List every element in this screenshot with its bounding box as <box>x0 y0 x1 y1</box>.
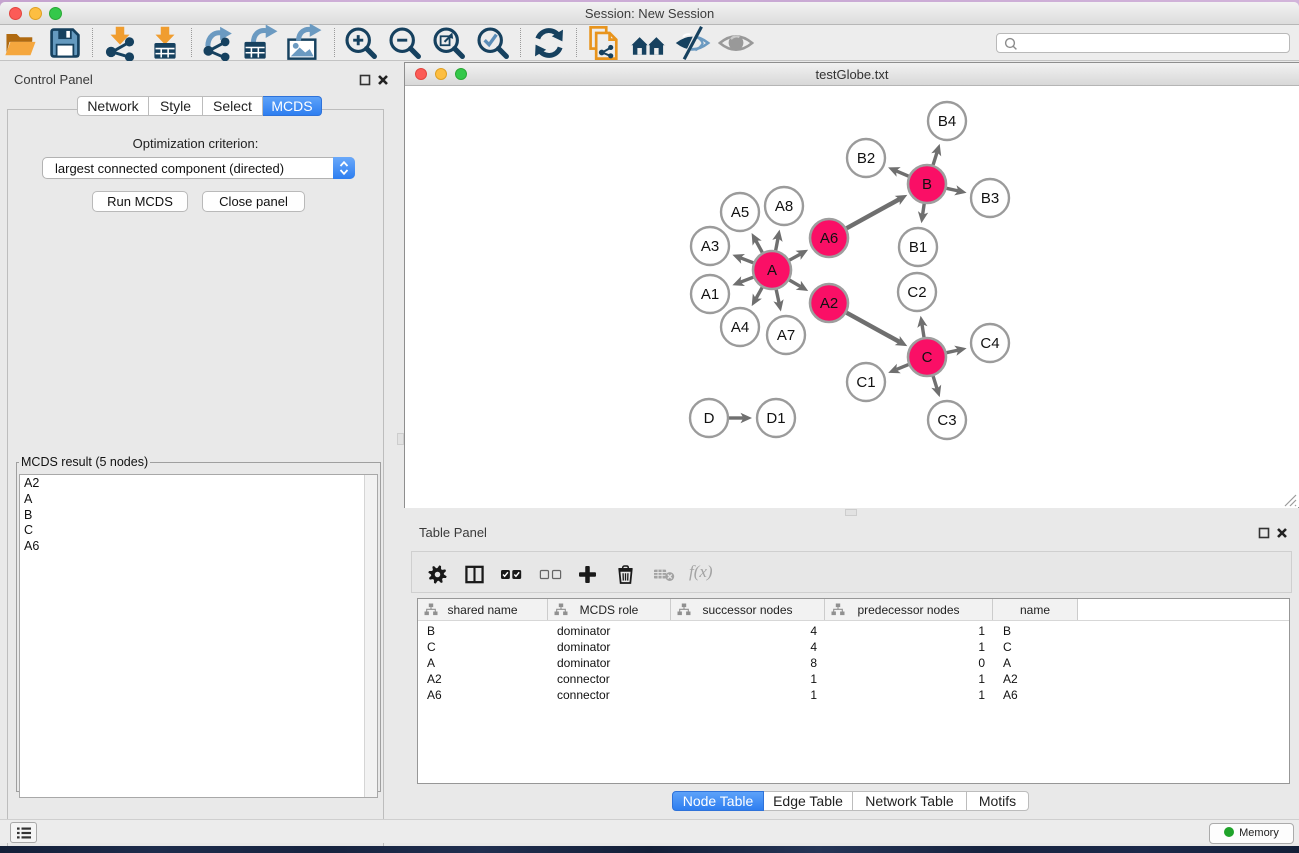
svg-text:C: C <box>922 349 933 366</box>
svg-text:A5: A5 <box>731 204 749 221</box>
svg-text:A: A <box>767 262 777 279</box>
svg-text:B: B <box>922 176 932 193</box>
svg-text:B3: B3 <box>981 190 999 207</box>
svg-text:C3: C3 <box>937 412 956 429</box>
svg-text:D1: D1 <box>766 410 785 427</box>
svg-text:A1: A1 <box>701 286 719 303</box>
svg-text:C2: C2 <box>907 284 926 301</box>
svg-text:A7: A7 <box>777 327 795 344</box>
svg-text:B4: B4 <box>938 113 956 130</box>
svg-text:A8: A8 <box>775 198 793 215</box>
svg-text:A2: A2 <box>820 295 838 312</box>
svg-text:A6: A6 <box>820 230 838 247</box>
svg-text:A4: A4 <box>731 319 749 336</box>
svg-text:B1: B1 <box>909 239 927 256</box>
svg-text:B2: B2 <box>857 150 875 167</box>
svg-text:D: D <box>704 410 715 427</box>
svg-text:C1: C1 <box>856 374 875 391</box>
svg-text:C4: C4 <box>980 335 999 352</box>
svg-text:A3: A3 <box>701 238 719 255</box>
